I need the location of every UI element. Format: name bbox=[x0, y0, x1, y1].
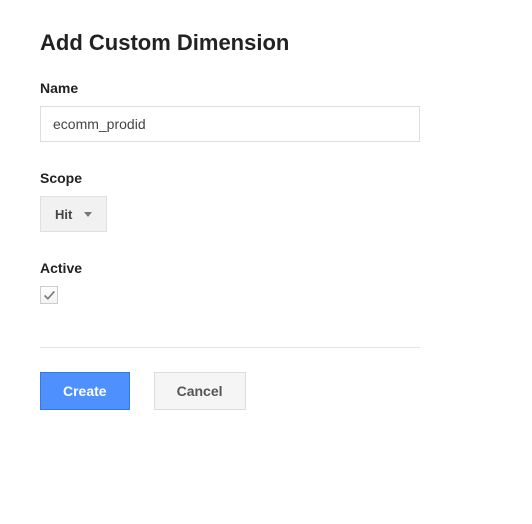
check-icon bbox=[43, 289, 56, 302]
name-label: Name bbox=[40, 80, 492, 96]
active-checkbox[interactable] bbox=[40, 286, 58, 304]
name-input[interactable] bbox=[40, 106, 420, 142]
scope-dropdown[interactable]: Hit bbox=[40, 196, 107, 232]
scope-selected-value: Hit bbox=[55, 207, 72, 222]
active-field-group: Active bbox=[40, 260, 492, 307]
scope-label: Scope bbox=[40, 170, 492, 186]
caret-down-icon bbox=[84, 212, 92, 217]
active-label: Active bbox=[40, 260, 492, 276]
cancel-button[interactable]: Cancel bbox=[154, 372, 246, 410]
scope-field-group: Scope Hit bbox=[40, 170, 492, 232]
create-button[interactable]: Create bbox=[40, 372, 130, 410]
name-field-group: Name bbox=[40, 80, 492, 142]
divider bbox=[40, 347, 420, 348]
button-row: Create Cancel bbox=[40, 372, 492, 410]
page-title: Add Custom Dimension bbox=[40, 30, 492, 56]
